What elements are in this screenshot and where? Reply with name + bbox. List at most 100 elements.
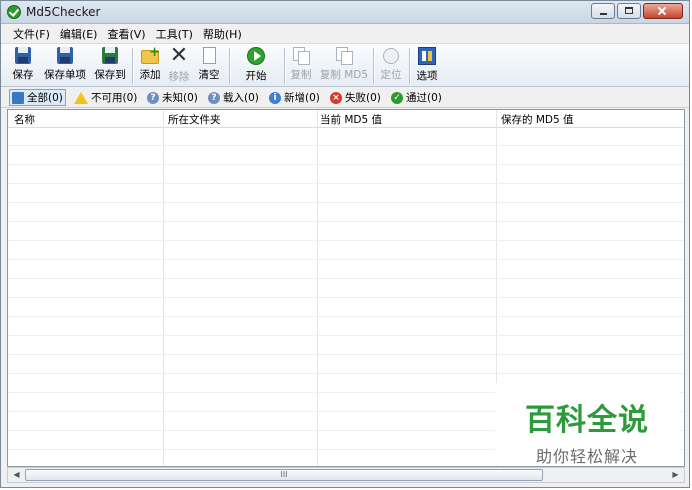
column-name[interactable]: 名称	[14, 112, 35, 127]
options-button[interactable]: 选项	[414, 46, 440, 86]
locate-magnifier-icon	[383, 48, 399, 64]
watermark-subtitle: 助你轻松解决	[535, 447, 638, 466]
toolbar-separator	[229, 48, 231, 84]
row-gridline	[8, 316, 684, 317]
filter-unavailable[interactable]: 不可用(0)	[72, 89, 137, 106]
toolbar: 保存 保存单项 保存到 + 添加 ✕ 移除 清空 开始 复制 复制 MD5 定位…	[1, 43, 689, 87]
save-item-disk-icon	[57, 47, 73, 64]
filter-loaded-label: 载入(0)	[223, 92, 259, 104]
toolbar-separator	[373, 48, 375, 84]
menu-file[interactable]: 文件(F)	[9, 24, 56, 42]
start-label: 开始	[245, 70, 267, 82]
copy-button[interactable]: 复制	[288, 46, 314, 86]
remove-x-icon: ✕	[169, 43, 189, 68]
watermark: 百科全说 助你轻松解决	[495, 383, 679, 466]
load-question-icon: ?	[208, 91, 220, 104]
filter-unknown-label: 未知(0)	[162, 92, 198, 104]
remove-button[interactable]: ✕ 移除	[166, 43, 192, 86]
save-item-button[interactable]: 保存单项	[41, 46, 89, 86]
filter-new-label: 新增(0)	[284, 92, 320, 104]
start-button[interactable]: 开始	[242, 46, 270, 86]
row-gridline	[8, 183, 684, 184]
app-check-icon	[7, 5, 21, 19]
filter-passed-label: 通过(0)	[406, 92, 442, 104]
toolbar-separator	[284, 48, 286, 84]
row-gridline	[8, 145, 684, 146]
filter-new[interactable]: i 新增(0)	[267, 89, 320, 106]
error-x-icon: ×	[330, 91, 342, 104]
filter-all-label: 全部(0)	[27, 92, 63, 104]
filter-passed[interactable]: ✓ 通过(0)	[389, 89, 442, 106]
filter-all[interactable]: 全部(0)	[9, 89, 66, 106]
copy-icon	[293, 47, 310, 65]
copy-md5-label: 复制 MD5	[319, 69, 369, 81]
save-to-button[interactable]: 保存到	[92, 46, 128, 86]
window-controls	[591, 3, 683, 19]
list-icon	[12, 91, 24, 104]
copy-label: 复制	[290, 69, 312, 81]
row-gridline	[8, 373, 684, 374]
save-to-label: 保存到	[94, 69, 126, 81]
scroll-left-arrow-icon[interactable]: ◀	[9, 468, 24, 482]
save-item-label: 保存单项	[44, 69, 86, 81]
toolbar-separator	[409, 48, 411, 84]
clear-label: 清空	[198, 69, 220, 81]
row-gridline	[8, 221, 684, 222]
warning-icon	[74, 91, 88, 104]
minimize-button[interactable]	[591, 3, 615, 19]
save-label: 保存	[12, 69, 34, 81]
menu-view[interactable]: 查看(V)	[103, 24, 151, 42]
row-gridline	[8, 202, 684, 203]
row-gridline	[8, 259, 684, 260]
info-icon: i	[269, 91, 281, 104]
add-label: 添加	[139, 69, 161, 81]
row-gridline	[8, 278, 684, 279]
filter-bar: 全部(0) 不可用(0) ? 未知(0) ? 载入(0) i 新增(0) × 失…	[1, 87, 689, 108]
main-window: Md5Checker 文件(F) 编辑(E) 查看(V) 工具(T) 帮助(H)…	[0, 0, 690, 488]
clear-page-icon	[202, 47, 216, 64]
play-icon	[247, 47, 265, 65]
title-bar: Md5Checker	[1, 1, 689, 24]
options-icon	[418, 47, 436, 65]
options-label: 选项	[416, 70, 438, 82]
column-saved-md5[interactable]: 保存的 MD5 值	[501, 112, 574, 127]
menu-edit[interactable]: 编辑(E)	[56, 24, 104, 42]
horizontal-scrollbar[interactable]: ◀ III ▶	[7, 467, 685, 483]
check-icon: ✓	[391, 91, 403, 104]
remove-label: 移除	[168, 71, 190, 83]
filter-unavailable-label: 不可用(0)	[91, 92, 138, 104]
maximize-button[interactable]	[617, 3, 641, 19]
row-gridline	[8, 240, 684, 241]
copy-md5-button[interactable]: 复制 MD5	[319, 46, 369, 86]
filter-failed-label: 失败(0)	[345, 92, 381, 104]
column-folder[interactable]: 所在文件夹	[168, 112, 221, 127]
question-icon: ?	[147, 91, 159, 104]
locate-label: 定位	[380, 69, 402, 81]
add-folder-icon: +	[141, 46, 160, 64]
filter-failed[interactable]: × 失败(0)	[328, 89, 381, 106]
filter-loaded[interactable]: ? 载入(0)	[206, 89, 259, 106]
scroll-right-arrow-icon[interactable]: ▶	[668, 468, 683, 482]
row-gridline	[8, 335, 684, 336]
column-current-md5[interactable]: 当前 MD5 值	[320, 112, 382, 127]
save-button[interactable]: 保存	[9, 46, 37, 86]
window-title: Md5Checker	[26, 5, 101, 19]
row-gridline	[8, 164, 684, 165]
menu-bar: 文件(F) 编辑(E) 查看(V) 工具(T) 帮助(H)	[1, 24, 689, 42]
clear-button[interactable]: 清空	[196, 46, 222, 86]
row-gridline	[8, 354, 684, 355]
menu-help[interactable]: 帮助(H)	[199, 24, 248, 42]
watermark-title: 百科全说	[525, 403, 649, 438]
save-disk-icon	[15, 47, 31, 64]
list-header: 名称 所在文件夹 当前 MD5 值 保存的 MD5 值	[8, 110, 684, 128]
menu-tools[interactable]: 工具(T)	[152, 24, 199, 42]
save-to-disk-icon	[102, 47, 118, 64]
copy-md5-icon	[336, 47, 353, 65]
close-button[interactable]	[643, 3, 683, 19]
row-gridline	[8, 297, 684, 298]
locate-button[interactable]: 定位	[378, 46, 404, 86]
toolbar-separator	[132, 48, 134, 84]
filter-unknown[interactable]: ? 未知(0)	[145, 89, 198, 106]
scroll-thumb[interactable]: III	[25, 469, 543, 481]
add-button[interactable]: + 添加	[137, 46, 163, 86]
